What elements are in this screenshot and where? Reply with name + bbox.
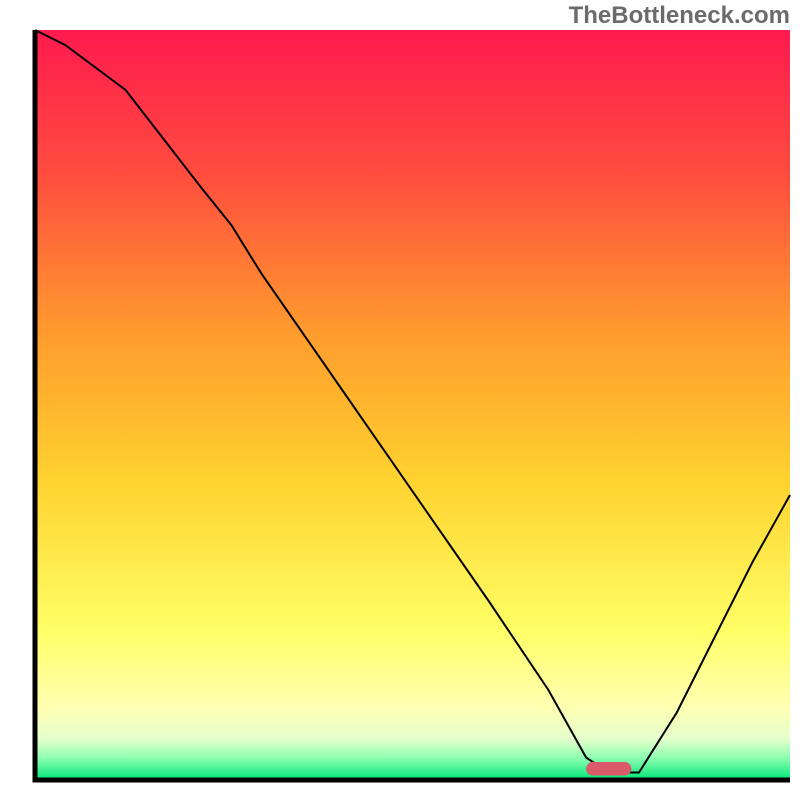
chart-container: TheBottleneck.com [0,0,800,800]
chart-background [35,30,790,780]
watermark-text: TheBottleneck.com [569,2,790,30]
optimal-marker [586,762,631,776]
chart-svg [0,0,800,800]
